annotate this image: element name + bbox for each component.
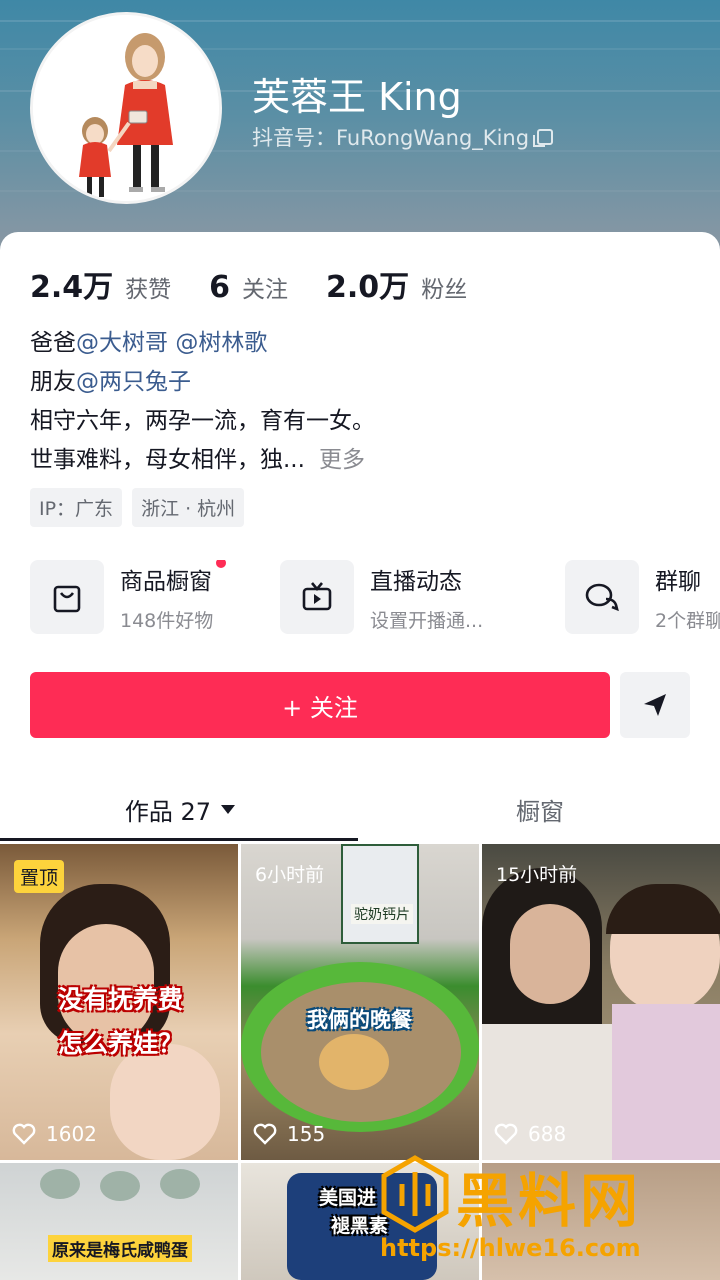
- bio-line-4-text: 世事难料，母女相伴，独...: [30, 447, 305, 473]
- tab-underline: [0, 838, 358, 841]
- heart-icon: [494, 1123, 518, 1145]
- stat-following[interactable]: 6 关注: [209, 270, 288, 305]
- tab-works[interactable]: 作品 27: [0, 778, 360, 840]
- mention-link[interactable]: @两只兔子: [76, 369, 191, 395]
- video-thumbnail[interactable]: [482, 1163, 720, 1280]
- feature-shop-title: 商品橱窗: [120, 568, 212, 595]
- douyin-id-text: 抖音号：FuRongWang_King: [252, 126, 530, 150]
- stat-followers[interactable]: 2.0万 粉丝: [326, 262, 467, 306]
- ip-location-tag: IP：广东: [30, 488, 123, 527]
- chat-icon: [565, 560, 639, 634]
- video-likes: 688: [494, 1122, 566, 1146]
- video-caption: 没有抚养费: [58, 985, 184, 1014]
- bio-line-2: 朋友@两只兔子: [30, 363, 375, 402]
- video-thumbnail[interactable]: 原来是梅氏咸鸭蛋: [0, 1163, 238, 1280]
- product-label: 驼奶钙片: [351, 904, 413, 924]
- tab-works-label: 作品 27: [124, 797, 212, 826]
- mention-link[interactable]: @大树哥: [76, 330, 168, 356]
- content-tabs: 作品 27 橱窗: [0, 778, 720, 842]
- caret-down-icon: [221, 804, 236, 814]
- profile-bio: 爸爸@大树哥 @树林歌 朋友@两只兔子 相守六年，两孕一流，育有一女。 世事难料…: [30, 324, 375, 480]
- video-likes-count: 688: [528, 1122, 567, 1146]
- video-likes-count: 1602: [46, 1122, 97, 1146]
- tv-icon: [280, 560, 354, 634]
- stat-following-label: 关注: [242, 277, 289, 303]
- follow-button[interactable]: + 关注: [30, 672, 610, 738]
- notification-dot: [216, 560, 226, 568]
- tab-showcase[interactable]: 橱窗: [360, 778, 720, 840]
- profile-tags: IP：广东 浙江 · 杭州: [30, 488, 245, 527]
- avatar[interactable]: [30, 12, 222, 204]
- video-grid: 置顶 没有抚养费 怎么养娃？ 1602 驼奶钙片 6小时前 我俩的晚餐 155: [0, 844, 720, 1280]
- feature-shop-window[interactable]: 商品橱窗 148件好物: [30, 560, 226, 634]
- video-thumbnail[interactable]: 15小时前 688: [482, 844, 720, 1160]
- mention-link[interactable]: @树林歌: [175, 330, 267, 356]
- profile-card: 2.4万 获赞 6 关注 2.0万 粉丝 爸爸@大树哥 @树林歌 朋友@两只兔子…: [0, 232, 720, 1280]
- stat-likes-label: 获赞: [125, 277, 172, 303]
- heart-icon: [12, 1123, 36, 1145]
- stat-likes[interactable]: 2.4万 获赞: [30, 262, 171, 306]
- feature-chat-sub: 2个群聊: [655, 609, 720, 632]
- bio-line-4: 世事难料，母女相伴，独... 更多: [30, 441, 375, 480]
- share-button[interactable]: [620, 672, 690, 738]
- copy-icon[interactable]: [533, 129, 554, 147]
- bio-line-3: 相守六年，两孕一流，育有一女。: [30, 408, 375, 434]
- feature-shop-sub: 148件好物: [120, 609, 214, 632]
- bio-more-link[interactable]: 更多: [319, 447, 365, 473]
- profile-header-background: 芙蓉王 King 抖音号：FuRongWang_King: [0, 0, 720, 260]
- video-likes-count: 155: [287, 1122, 326, 1146]
- time-badge: 15小时前: [496, 864, 578, 886]
- avatar-illustration: [33, 15, 219, 201]
- feature-live-title: 直播动态: [370, 568, 462, 595]
- bio-line-1-prefix: 爸爸: [30, 330, 76, 356]
- stat-followers-label: 粉丝: [421, 277, 468, 303]
- video-caption: 原来是梅氏咸鸭蛋: [48, 1235, 192, 1262]
- pinned-badge: 置顶: [14, 860, 65, 893]
- video-thumbnail[interactable]: 美国进 褪黑素: [241, 1163, 479, 1280]
- time-badge: 6小时前: [255, 864, 325, 886]
- video-caption: 美国进: [319, 1187, 377, 1209]
- bio-line-2-prefix: 朋友: [30, 369, 76, 395]
- video-likes: 1602: [12, 1122, 97, 1146]
- heart-icon: [253, 1123, 277, 1145]
- feature-live[interactable]: 直播动态 设置开播通...: [280, 560, 483, 634]
- feature-entries: 商品橱窗 148件好物 直播动态 设置开播通... 群聊 2个群聊: [30, 560, 720, 640]
- stat-following-value: 6: [209, 270, 231, 305]
- stat-likes-value: 2.4万: [30, 270, 114, 305]
- video-thumbnail[interactable]: 驼奶钙片 6小时前 我俩的晚餐 155: [241, 844, 479, 1160]
- video-likes: 155: [253, 1122, 325, 1146]
- stat-followers-value: 2.0万: [326, 270, 410, 305]
- video-caption: 怎么养娃？: [58, 1029, 184, 1058]
- feature-group-chat[interactable]: 群聊 2个群聊: [565, 560, 720, 634]
- feature-chat-title: 群聊: [655, 568, 701, 595]
- video-caption: 褪黑素: [331, 1215, 389, 1237]
- profile-nickname: 芙蓉王 King: [252, 75, 462, 119]
- profile-stats: 2.4万 获赞 6 关注 2.0万 粉丝: [30, 262, 505, 306]
- feature-live-sub: 设置开播通...: [370, 609, 484, 632]
- bio-line-1: 爸爸@大树哥 @树林歌: [30, 324, 375, 363]
- city-tag[interactable]: 浙江 · 杭州: [132, 488, 245, 527]
- video-caption: 我俩的晚餐: [307, 1008, 412, 1032]
- video-thumbnail[interactable]: 置顶 没有抚养费 怎么养娃？ 1602: [0, 844, 238, 1160]
- send-icon: [644, 694, 666, 716]
- douyin-id[interactable]: 抖音号：FuRongWang_King: [252, 122, 554, 152]
- shopping-bag-icon: [30, 560, 104, 634]
